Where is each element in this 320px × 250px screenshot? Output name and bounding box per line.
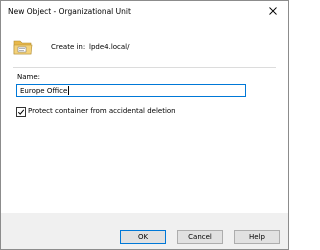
close-icon <box>269 7 277 15</box>
cancel-button[interactable]: Cancel <box>177 230 223 244</box>
title-bar[interactable]: New Object - Organizational Unit <box>1 1 288 22</box>
protect-deletion-checkbox[interactable] <box>16 107 26 117</box>
help-button[interactable]: Help <box>234 230 280 244</box>
ok-button[interactable]: OK <box>120 230 166 244</box>
close-button[interactable] <box>258 1 288 22</box>
dialog-content: Create in: lpde4.local/ Name: Europe Off… <box>1 22 288 213</box>
dialog-window: New Object - Organizational Unit Create … <box>0 0 289 250</box>
organizational-unit-folder-icon <box>13 40 33 55</box>
protect-deletion-label: Protect container from accidental deleti… <box>28 107 176 115</box>
name-input[interactable]: Europe Office <box>16 84 246 97</box>
checkmark-icon <box>17 109 25 115</box>
window-title: New Object - Organizational Unit <box>8 7 131 16</box>
name-label: Name: <box>17 73 41 81</box>
create-in-path: lpde4.local/ <box>89 43 130 51</box>
header-divider <box>13 67 276 68</box>
create-in-label: Create in: <box>51 43 86 51</box>
name-input-value: Europe Office <box>20 87 68 95</box>
text-caret <box>68 86 69 95</box>
